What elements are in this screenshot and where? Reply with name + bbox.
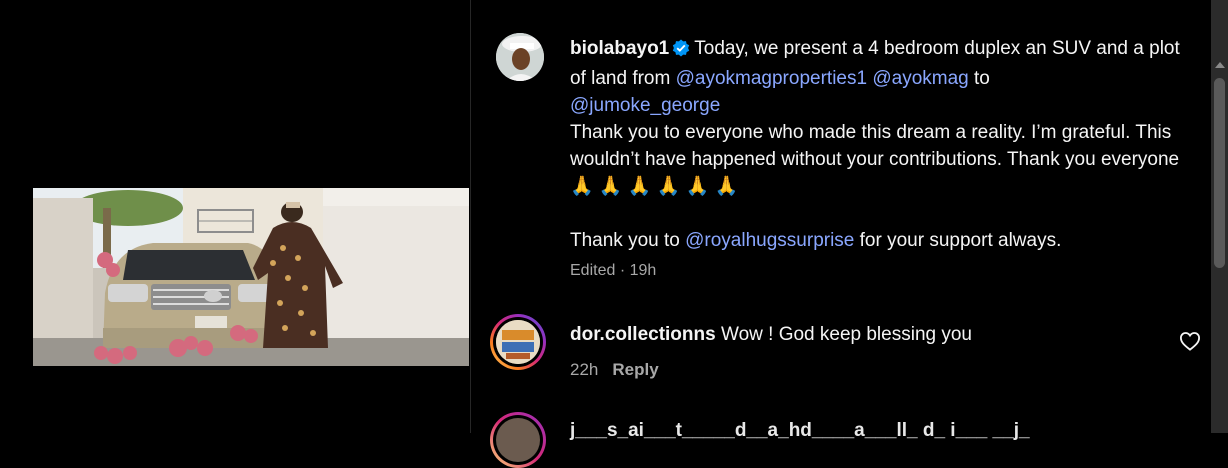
comment-username[interactable]: dor.collectionns: [570, 324, 716, 345]
author-avatar-image: [496, 33, 544, 81]
thanks-prefix: Thank you to: [570, 230, 686, 251]
post-caption: biolabayo1 Today, we present a 4 bedroom …: [570, 35, 1200, 254]
post-photo[interactable]: [33, 188, 469, 366]
commenter-avatar-image: [496, 320, 540, 364]
scrollbar-thumb[interactable]: [1214, 78, 1225, 268]
caption-time[interactable]: 19h: [630, 262, 657, 279]
next-commenter-avatar-image: [496, 418, 540, 462]
caption-meta: Edited · 19h: [570, 262, 657, 279]
media-pane: [0, 0, 470, 433]
comment-time[interactable]: 22h: [570, 360, 598, 379]
reply-button[interactable]: Reply: [612, 360, 658, 379]
next-commenter-avatar[interactable]: [490, 412, 546, 468]
like-heart-icon[interactable]: [1179, 331, 1201, 351]
edited-label: Edited: [570, 262, 616, 279]
mention-ayokmagproperties1[interactable]: @ayokmagproperties1: [676, 68, 867, 89]
post-photo-illustration: [33, 188, 469, 366]
thanks-suffix: for your support always.: [854, 230, 1062, 251]
mention-jumoke-george[interactable]: @jumoke_george: [570, 95, 720, 116]
comment-text: Wow ! God keep blessing you: [720, 324, 972, 345]
caption-text-part2: Thank you to everyone who made this drea…: [570, 122, 1180, 170]
scroll-up-arrow-icon[interactable]: [1215, 62, 1225, 68]
caption-to-word: to: [968, 68, 990, 89]
comment-body: dor.collectionns Wow ! God keep blessing…: [570, 321, 972, 348]
commenter-avatar[interactable]: [490, 314, 546, 370]
mention-royalhugssurprise[interactable]: @royalhugssurprise: [685, 230, 854, 251]
author-username[interactable]: biolabayo1: [570, 38, 669, 59]
next-comment-partial-text: j___s_ai___t_____d__a_hd____a___ll_ d_ i…: [570, 420, 1030, 441]
pray-emojis: 🙏 🙏 🙏 🙏 🙏 🙏: [570, 176, 739, 197]
comment-meta: 22h Reply: [570, 360, 659, 380]
author-avatar[interactable]: [496, 33, 544, 81]
verified-badge-icon: [672, 38, 690, 65]
mention-ayokmag[interactable]: @ayokmag: [872, 68, 968, 89]
